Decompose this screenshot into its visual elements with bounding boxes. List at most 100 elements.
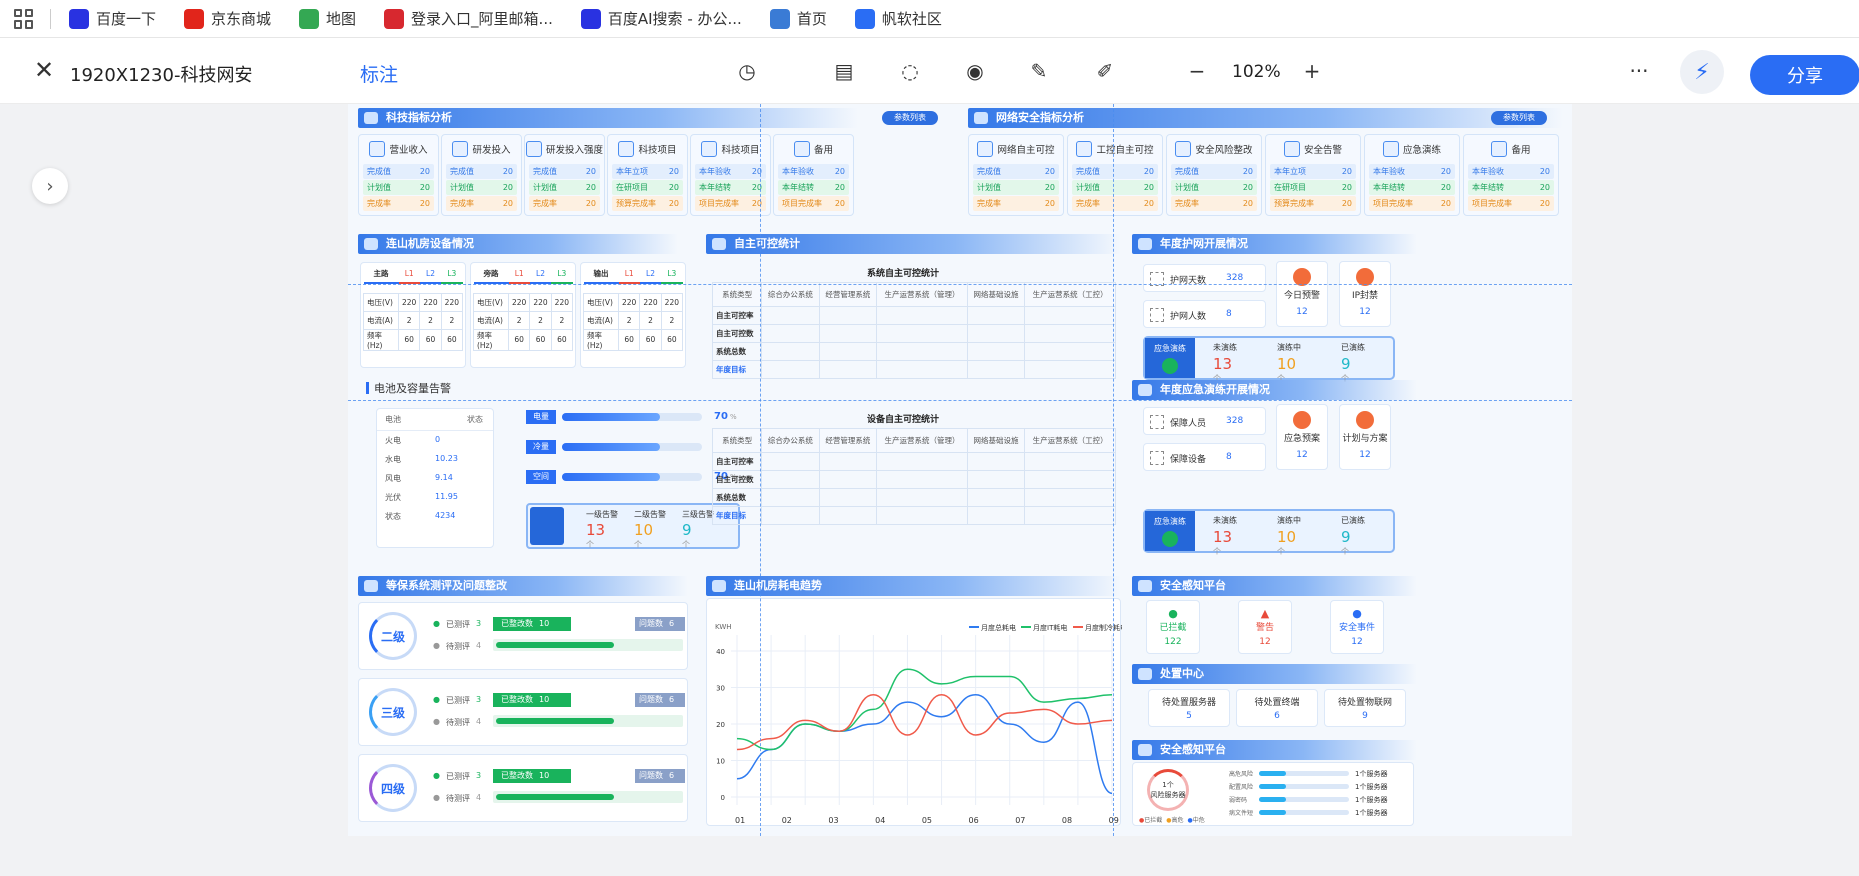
gauge-track bbox=[562, 413, 702, 421]
bookmark-item[interactable]: 京东商城 bbox=[184, 8, 271, 29]
share-button[interactable]: 分享 bbox=[1750, 55, 1859, 95]
count-value: 9 bbox=[682, 521, 692, 539]
net-param-button[interactable]: 参数列表 bbox=[1491, 111, 1547, 125]
kpi-row-label: 完成率 bbox=[1175, 199, 1199, 208]
kpi-row-label: 本年结转 bbox=[1373, 183, 1405, 192]
kpi-row: 在研项目 20 bbox=[612, 180, 683, 195]
issue-label: 问题数 bbox=[639, 771, 663, 780]
guard-ipban-value: 12 bbox=[1359, 307, 1371, 317]
eye-preview-icon[interactable]: ◉ bbox=[961, 57, 989, 85]
editor-toolbar: ✕ 1920X1230-科技网安 标注 ◷ ▤ ◌ ◉ ✎ ✐ − 102% +… bbox=[0, 38, 1859, 109]
autonomy-header: 经营管理系统 bbox=[818, 282, 878, 307]
kpi-row-value: 20 bbox=[1341, 183, 1352, 192]
kpi-row-label: 计划值 bbox=[977, 183, 1001, 192]
guide-line-vertical[interactable] bbox=[760, 104, 761, 836]
kpi-row: 计划值 20 bbox=[973, 180, 1059, 195]
bookmark-item[interactable]: 百度一下 bbox=[69, 8, 156, 29]
bookmark-item[interactable]: 登录入口_阿里邮箱... bbox=[384, 8, 553, 29]
issue-value: 6 bbox=[669, 695, 675, 704]
autonomy-row-label: 系统总数 bbox=[711, 342, 763, 361]
kpi-row-label: 本年验收 bbox=[1472, 167, 1504, 176]
kpi-title-label: 备用 bbox=[813, 145, 833, 156]
battery-row: 风电 9.14 bbox=[377, 469, 493, 488]
x-tick-label: 07 bbox=[1015, 816, 1025, 825]
battery-title: 电池及容量告警 bbox=[374, 382, 451, 395]
people-icon bbox=[1150, 308, 1164, 322]
legend-label: 高危 bbox=[1171, 817, 1184, 824]
history-clock-icon[interactable]: ◷ bbox=[733, 57, 761, 85]
aware-icon: ● bbox=[1352, 607, 1362, 620]
more-menu-icon[interactable]: ··· bbox=[1625, 57, 1653, 85]
close-icon[interactable]: ✕ bbox=[34, 58, 54, 82]
phase-label: L1 bbox=[398, 265, 420, 284]
room-cell: 60 bbox=[529, 328, 552, 351]
sidebar-expand-chevron-icon[interactable]: › bbox=[32, 168, 68, 204]
kpi-row-label: 完成率 bbox=[367, 199, 391, 208]
count-label: 未演练 bbox=[1213, 516, 1237, 525]
kpi-icon bbox=[793, 141, 810, 157]
baidu-paw-icon bbox=[580, 8, 601, 29]
level-circle: 四级 bbox=[369, 764, 417, 812]
kpi-icon bbox=[701, 141, 718, 157]
zoom-out-button[interactable]: − bbox=[1183, 57, 1211, 85]
level-stat-value: 3 bbox=[475, 695, 482, 704]
kpi-row-label: 本年立项 bbox=[616, 167, 648, 176]
autonomy-header: 综合办公系统 bbox=[761, 282, 820, 307]
gauge-value: 70 bbox=[714, 411, 728, 422]
legend-label: 中危 bbox=[1192, 817, 1205, 824]
kpi-card: 备用 本年验收 20 本年结转 20 项目完成率 20 bbox=[1463, 134, 1559, 216]
pen-icon[interactable]: ✎ bbox=[1025, 57, 1053, 85]
y-axis-label: KWH bbox=[715, 623, 732, 631]
file-name: 1920X1230-科技网安 bbox=[70, 65, 253, 86]
level-stat: ● 已测评 3 bbox=[433, 771, 481, 782]
autonomy-cell bbox=[761, 488, 820, 507]
room-cell: 频率(Hz) bbox=[472, 328, 510, 351]
bookmark-item[interactable]: 帆软社区 bbox=[854, 8, 942, 29]
kpi-title: 研发投入强度 bbox=[525, 135, 604, 163]
kpi-row-label: 完成值 bbox=[533, 167, 557, 176]
count-label: 已演练 bbox=[1341, 343, 1365, 352]
autonomy-header: 生产运营系统（管理） bbox=[876, 428, 968, 453]
kpi-row-label: 在研项目 bbox=[616, 183, 648, 192]
dispose-stat[interactable]: 待处置物联网 9 bbox=[1324, 689, 1406, 727]
kpi-card: 科技项目 本年立项 20 在研项目 20 预算完成率 20 bbox=[607, 134, 688, 216]
comment-icon[interactable]: ◌ bbox=[896, 57, 924, 85]
bookmark-item[interactable]: 百度AI搜索 - 办公... bbox=[580, 8, 742, 29]
color-picker-icon[interactable]: ✐ bbox=[1091, 57, 1119, 85]
guide-line-vertical[interactable] bbox=[1113, 104, 1114, 836]
tech-param-button[interactable]: 参数列表 bbox=[882, 111, 938, 125]
kpi-icon bbox=[618, 141, 635, 157]
bookmark-item[interactable]: 首页 bbox=[769, 8, 827, 29]
section-title-net: 网络安全指标分析 bbox=[968, 108, 1563, 128]
risk-value: 1个服务器 bbox=[1355, 809, 1388, 817]
tab-annotate[interactable]: 标注 bbox=[360, 60, 399, 109]
lightning-icon[interactable]: ⚡ bbox=[1680, 50, 1724, 94]
zoom-in-button[interactable]: + bbox=[1298, 57, 1326, 85]
dispose-stat[interactable]: 待处置终端 6 bbox=[1236, 689, 1318, 727]
guide-line-horizontal[interactable] bbox=[348, 400, 1572, 401]
battery-value: 9.14 bbox=[435, 473, 453, 482]
autonomy-cell bbox=[876, 506, 968, 525]
kpi-title: 科技项目 bbox=[691, 135, 770, 163]
battery-row: 火电 0 bbox=[377, 431, 493, 450]
dispose-stat[interactable]: 待处置服务器 5 bbox=[1148, 689, 1230, 727]
kpi-row: 计划值 20 bbox=[529, 180, 600, 195]
fix-count-badge: 已整改数 10 bbox=[493, 617, 571, 631]
bookmark-item[interactable]: 地图 bbox=[299, 8, 356, 29]
document-icon[interactable]: ▤ bbox=[830, 57, 858, 85]
autonomy-header: 网络基础设施 bbox=[966, 428, 1026, 453]
guard-days-value: 328 bbox=[1226, 273, 1244, 283]
risk-label: 弱密码 bbox=[1229, 797, 1248, 804]
aware-stat: ▲ 警告 12 bbox=[1238, 600, 1292, 654]
kpi-title-label: 备用 bbox=[1511, 145, 1531, 156]
kpi-icon bbox=[452, 141, 469, 157]
apps-grid-icon[interactable] bbox=[14, 8, 34, 29]
level-circle: 三级 bbox=[369, 688, 417, 736]
gauge-fill bbox=[562, 443, 660, 451]
count-unit: 个 bbox=[682, 540, 690, 549]
zoom-level[interactable]: 102% bbox=[1232, 62, 1281, 82]
count-col: 已演练 9 个 bbox=[1341, 342, 1365, 384]
guide-line-horizontal[interactable] bbox=[348, 284, 1572, 285]
kpi-title-label: 网络自主可控 bbox=[997, 145, 1055, 156]
issue-label: 问题数 bbox=[639, 619, 663, 628]
